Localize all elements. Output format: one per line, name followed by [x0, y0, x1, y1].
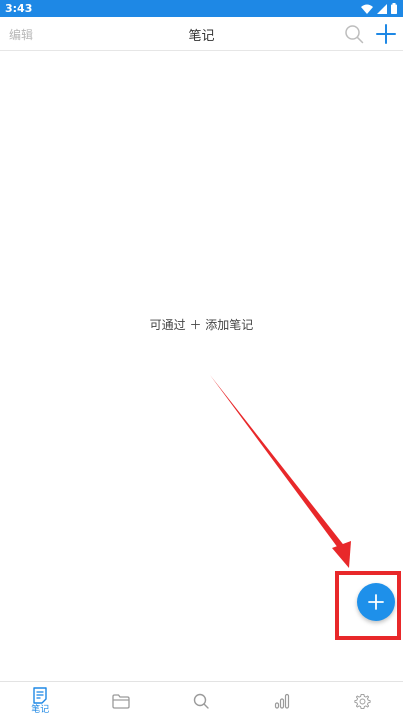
- bottom-nav: 笔记: [0, 681, 403, 720]
- battery-icon: [391, 3, 397, 14]
- search-icon[interactable]: [344, 24, 364, 44]
- signal-icon: [377, 3, 387, 14]
- stats-icon: [274, 693, 290, 709]
- status-bar: 3:43: [0, 0, 403, 17]
- page-title: 笔记: [188, 29, 215, 44]
- nav-item-search[interactable]: [161, 682, 242, 720]
- nav-label-notes: 笔记: [31, 705, 50, 715]
- wifi-icon: [361, 4, 373, 14]
- add-note-button[interactable]: [357, 583, 395, 621]
- nav-item-notes[interactable]: 笔记: [0, 682, 81, 720]
- notes-icon: [33, 687, 47, 704]
- plus-icon[interactable]: [375, 23, 397, 45]
- empty-hint: 可通过 ＋ 添加笔记: [149, 318, 254, 332]
- screen: 3:43 编辑 笔记 可通过 ＋ 添加笔记 笔记: [0, 0, 403, 720]
- nav-item-settings[interactable]: [322, 682, 403, 720]
- status-time: 3:43: [5, 2, 33, 15]
- folder-icon: [112, 693, 130, 709]
- plus-icon: [368, 594, 384, 610]
- search-icon: [194, 693, 210, 709]
- gear-icon: [354, 693, 371, 709]
- top-bar: 编辑 笔记: [0, 17, 403, 51]
- nav-item-folders[interactable]: [81, 682, 162, 720]
- status-icons: [361, 3, 397, 14]
- nav-item-stats[interactable]: [242, 682, 323, 720]
